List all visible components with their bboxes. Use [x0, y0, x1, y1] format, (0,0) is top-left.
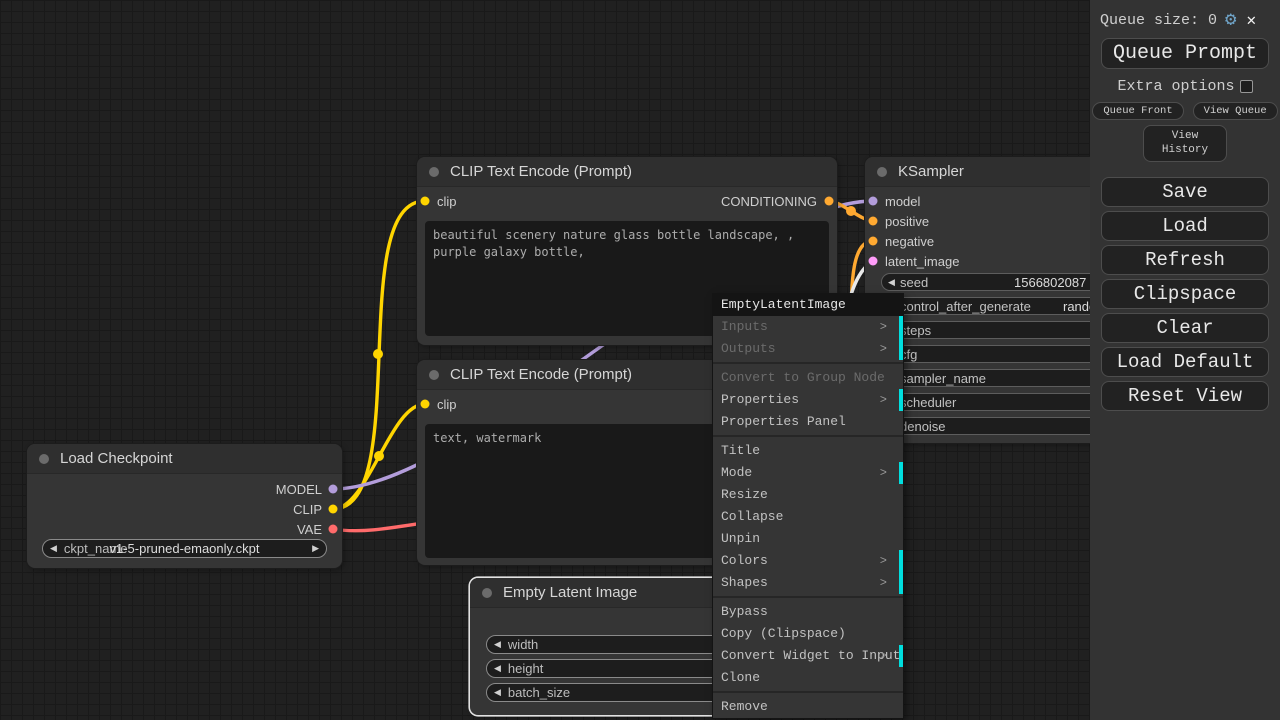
- save-button[interactable]: Save: [1101, 176, 1269, 207]
- widget-label: denoise: [900, 419, 946, 434]
- widget-label: sampler_name: [900, 371, 986, 386]
- menu-item-properties-panel[interactable]: Properties Panel: [713, 411, 903, 433]
- widget-label: scheduler: [900, 395, 957, 410]
- extra-options-checkbox[interactable]: [1239, 80, 1253, 93]
- extra-options-label: Extra options: [1117, 78, 1235, 95]
- widget-ckpt-name[interactable]: ◀ ckpt_name v1-5-pruned-emaonly.ckpt ▶: [42, 539, 327, 558]
- widget-label: height: [507, 661, 544, 676]
- node-title: Empty Latent Image: [503, 584, 638, 601]
- input-label-latent-image: latent_image: [885, 254, 960, 269]
- collapse-dot-icon[interactable]: [39, 453, 49, 464]
- output-label-clip: CLIP: [293, 502, 322, 517]
- menu-item-remove[interactable]: Remove: [713, 696, 903, 718]
- menu-item-properties[interactable]: Properties >: [713, 389, 903, 411]
- view-queue-button[interactable]: View Queue: [1192, 102, 1278, 120]
- node-title-bar[interactable]: CLIP Text Encode (Prompt): [417, 157, 837, 187]
- comfy-menu-panel: Queue size: 0 ⚙ ✕ Queue Prompt Extra opt…: [1090, 0, 1280, 720]
- submenu-arrow-icon: >: [879, 649, 887, 663]
- submenu-arrow-icon: >: [879, 576, 887, 590]
- input-label-model: model: [885, 194, 921, 209]
- output-label-vae: VAE: [296, 522, 322, 537]
- output-label-conditioning: CONDITIONING: [720, 194, 817, 209]
- input-label-negative: negative: [885, 234, 935, 249]
- decrement-arrow-icon[interactable]: ◀: [888, 274, 895, 291]
- widget-label: seed: [900, 275, 929, 290]
- close-icon[interactable]: ✕: [1246, 10, 1256, 30]
- widget-label: batch_size: [507, 685, 571, 700]
- menu-item-collapse[interactable]: Collapse: [713, 506, 903, 528]
- menu-item-bypass[interactable]: Bypass: [713, 601, 903, 623]
- submenu-arrow-icon: >: [879, 554, 887, 568]
- input-label-positive: positive: [885, 214, 930, 229]
- node-load-checkpoint[interactable]: Load Checkpoint MODEL CLIP VAE ◀ ckpt_na…: [27, 444, 342, 568]
- widget-value: 1566802087: [1014, 275, 1087, 290]
- menu-item-mode[interactable]: Mode >: [713, 462, 903, 484]
- submenu-arrow-icon: >: [879, 393, 887, 407]
- node-title: Load Checkpoint: [60, 450, 173, 467]
- submenu-arrow-icon: >: [879, 466, 887, 480]
- decrement-arrow-icon[interactable]: ◀: [487, 659, 508, 678]
- load-default-button[interactable]: Load Default: [1101, 346, 1269, 377]
- submenu-arrow-icon: >: [879, 320, 887, 334]
- widget-label: steps: [900, 323, 932, 338]
- widget-label: width: [507, 637, 539, 652]
- load-button[interactable]: Load: [1101, 210, 1269, 241]
- node-title: CLIP Text Encode (Prompt): [450, 366, 633, 383]
- collapse-dot-icon[interactable]: [429, 166, 439, 177]
- node-title: KSampler: [898, 163, 964, 180]
- input-label-clip: clip: [437, 194, 457, 209]
- widget-label: control_after_generate: [900, 299, 1031, 314]
- menu-item-title[interactable]: Title: [713, 440, 903, 462]
- menu-item-clone[interactable]: Clone: [713, 667, 903, 689]
- decrement-arrow-icon[interactable]: ◀: [487, 683, 508, 702]
- clear-button[interactable]: Clear: [1101, 312, 1269, 343]
- menu-item-convert-to-group-node: Convert to Group Node: [721, 370, 885, 385]
- menu-item-outputs: Outputs >: [713, 338, 903, 360]
- menu-item-convert-widget-to-input[interactable]: Convert Widget to Input >: [713, 645, 903, 667]
- view-history-button[interactable]: View History: [1143, 125, 1227, 162]
- settings-gear-icon[interactable]: ⚙: [1225, 11, 1236, 30]
- menu-item-resize[interactable]: Resize: [713, 484, 903, 506]
- context-menu: EmptyLatentImage Inputs > Outputs > Conver…: [713, 294, 903, 718]
- app-window: Load Checkpoint MODEL CLIP VAE ◀ ckpt_na…: [0, 0, 1280, 720]
- queue-size-label: Queue size: 0: [1100, 11, 1218, 29]
- queue-front-button[interactable]: Queue Front: [1092, 102, 1184, 120]
- node-title-bar[interactable]: Load Checkpoint: [27, 444, 342, 474]
- reset-view-button[interactable]: Reset View: [1101, 380, 1269, 411]
- menu-item-inputs: Inputs >: [713, 316, 903, 338]
- collapse-dot-icon[interactable]: [429, 369, 439, 380]
- input-label-clip: clip: [437, 397, 457, 412]
- collapse-dot-icon[interactable]: [877, 166, 887, 177]
- context-menu-title: EmptyLatentImage: [713, 294, 903, 316]
- node-title: CLIP Text Encode (Prompt): [450, 163, 633, 180]
- clipspace-button[interactable]: Clipspace: [1101, 278, 1269, 309]
- collapse-dot-icon[interactable]: [482, 587, 492, 598]
- menu-item-unpin[interactable]: Unpin: [713, 528, 903, 550]
- output-label-model: MODEL: [275, 482, 322, 497]
- menu-item-colors[interactable]: Colors >: [713, 550, 903, 572]
- menu-item-copy-clipspace[interactable]: Copy (Clipspace): [713, 623, 903, 645]
- widget-label: ckpt_name: [63, 541, 128, 556]
- menu-item-shapes[interactable]: Shapes >: [713, 572, 903, 594]
- refresh-button[interactable]: Refresh: [1101, 244, 1269, 275]
- increment-arrow-icon[interactable]: ▶: [305, 539, 326, 558]
- submenu-arrow-icon: >: [879, 342, 887, 356]
- queue-prompt-button[interactable]: Queue Prompt: [1101, 38, 1269, 69]
- decrement-arrow-icon[interactable]: ◀: [43, 539, 64, 558]
- decrement-arrow-icon[interactable]: ◀: [487, 635, 508, 654]
